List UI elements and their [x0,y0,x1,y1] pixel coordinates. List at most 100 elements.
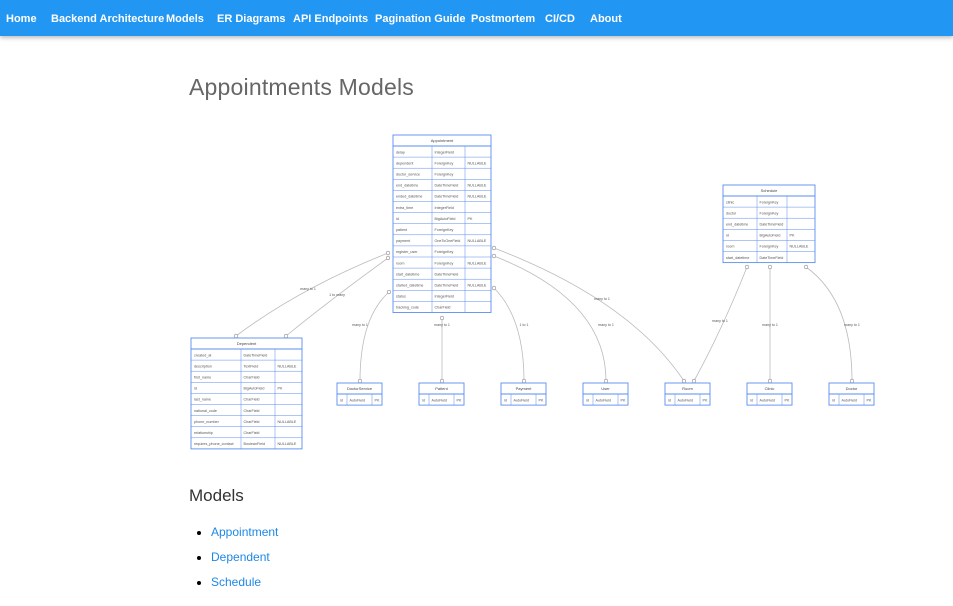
entity-clinic[interactable]: Clinic id AutoField PK [746,382,793,406]
field-flag: NULLABLE [468,161,487,165]
relation-label: many to 1 [762,323,778,327]
relation-appointment-patient: many to 1 [434,315,450,384]
entity-schedule[interactable]: Schedule clinic ForeignKey doctor ForeignKey… [722,184,816,264]
field-type: ForeignKey [435,161,454,165]
field-flag: PK [278,387,283,391]
relation-endpoint [603,378,609,384]
field-name: national_code [194,409,217,413]
field-type: AutoField [350,398,366,402]
field-name: delay [396,150,405,154]
relation-appointment-room: many to 1 [491,245,687,384]
field-type: DateTimeField [435,195,459,199]
field-name: patient [396,228,407,232]
field-flag: NULLABLE [468,239,487,243]
relation-endpoint [439,315,445,321]
field-name: room [396,261,404,265]
relation-line [285,257,389,337]
entity-tables: Appointment delay IntegerField dependent For… [190,134,875,450]
relation-label: many to 1 [598,323,614,327]
field-name: id [586,398,589,402]
relation-label: many to 1 [352,323,368,327]
relation-label: 1 to 1 [520,323,529,327]
entity-dependent[interactable]: Dependent created_at DateTimeField descript… [190,337,303,450]
relation-line [359,291,390,382]
entity-title: Payment [516,386,533,391]
entity-title: Dependent [237,341,257,346]
field-name: clinic [726,200,734,204]
model-link-dependent[interactable]: Dependent [211,550,270,564]
field-flag: PK [785,398,790,402]
field-type: AutoField [842,398,858,402]
model-link-appointment[interactable]: Appointment [211,525,278,539]
field-type: CharField [244,431,260,435]
relation-appointment-payment: 1 to 1 [491,285,529,384]
field-type: DateTimeField [244,353,268,357]
entity-title: Schedule [761,188,778,193]
field-type: DateTimeField [435,284,459,288]
nav-link-api-endpoints[interactable]: API Endpoints [293,0,368,36]
relation-label: many to 1 [434,323,450,327]
field-name: id [504,398,507,402]
entity-room[interactable]: Room id AutoField PK [664,382,711,406]
field-type: DateTimeField [760,256,784,260]
relation-line [493,287,525,382]
field-name: relationship [194,431,213,435]
field-name: dependent [396,161,413,165]
entity-title: Room [682,386,693,391]
field-type: AutoField [596,398,612,402]
field-flag: NULLABLE [278,420,297,424]
field-flag: NULLABLE [278,364,297,368]
relation-label: many to 1 [300,287,316,291]
field-type: ForeignKey [760,245,779,249]
nav-link-home[interactable]: Home [6,0,37,36]
relation-line [493,247,685,382]
field-name: phone_number [194,420,220,424]
list-item: Appointment [211,520,278,545]
field-flag: PK [375,398,380,402]
nav-link-models[interactable]: Models [166,0,204,36]
relation-endpoint [767,378,773,384]
field-type: ForeignKey [435,228,454,232]
field-name: payment [396,239,410,243]
nav-link-er-diagrams[interactable]: ER Diagrams [217,0,285,36]
entity-appointment[interactable]: Appointment delay IntegerField dependent For… [392,134,492,313]
field-name: id [340,398,343,402]
relation-endpoint [803,264,809,270]
field-flag: PK [457,398,462,402]
relation-edges: many to 1 1 to many many to 1 many to 1 1 to… [233,245,860,384]
nav-link-about[interactable]: About [590,0,622,36]
relation-endpoint [491,245,497,251]
field-name: created_at [194,353,211,357]
relation-appointment-doctor-service: many to 1 [352,289,392,384]
field-type: BooleanField [244,442,266,446]
field-name: end_datetime [396,184,418,188]
nav-link-backend-architecture[interactable]: Backend Architecture [51,0,164,36]
entity-payment[interactable]: Payment id AutoField PK [500,382,547,406]
relation-label: many to 1 [594,297,610,301]
relation-appointment-dependent: 1 to many [283,255,391,339]
entity-title: User [601,386,610,391]
field-flag: NULLABLE [468,261,487,265]
entity-doctor-service[interactable]: DoctorService id AutoField PK [336,382,383,406]
field-name: register_user [396,250,418,254]
field-flag: PK [468,217,473,221]
field-type: CharField [244,376,260,380]
er-diagram: many to 1 1 to many many to 1 many to 1 1 to… [190,134,875,450]
entity-user[interactable]: User id AutoField PK [582,382,629,406]
relation-schedule-doctor: many to 1 [803,264,860,384]
field-name: extra_time [396,206,413,210]
entity-title: Clinic [765,386,775,391]
field-name: id [396,217,399,221]
nav-link-pagination-guide[interactable]: Pagination Guide [375,0,465,36]
entity-patient[interactable]: Patient id AutoField PK [418,382,465,406]
field-type: CharField [435,306,451,310]
entity-doctor[interactable]: Doctor id AutoField PK [828,382,875,406]
relation-endpoint [439,378,445,384]
model-link-schedule[interactable]: Schedule [211,575,261,589]
relation-endpoint [385,250,391,256]
field-type: IntegerField [435,206,454,210]
nav-link-ci-cd[interactable]: CI/CD [545,0,575,36]
field-type: ForeignKey [760,211,779,215]
nav-link-postmortem[interactable]: Postmortem [471,0,535,36]
entity-title: Doctor [846,386,858,391]
